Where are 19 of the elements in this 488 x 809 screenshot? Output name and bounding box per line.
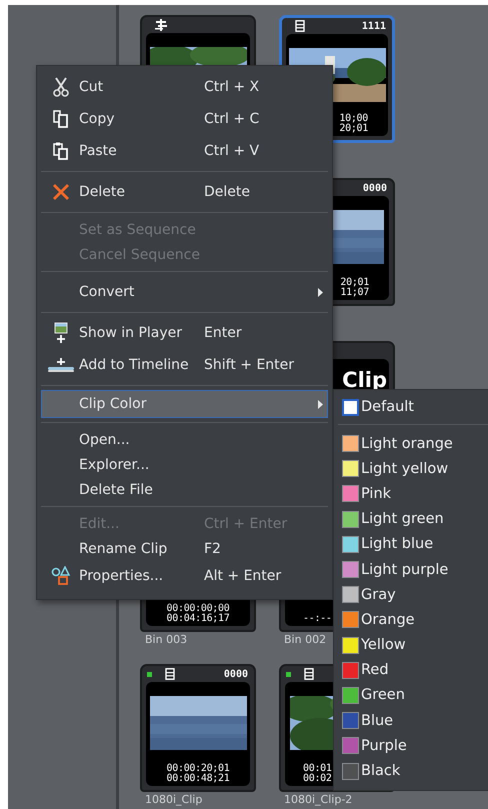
clip-name: 1080i_Clip-2 [284, 794, 352, 806]
clip-name: Bin 002 [284, 634, 326, 646]
timecode: 00:00:00;00 [166, 604, 230, 614]
timecode: 20;01 [340, 278, 369, 288]
timecode: 10;00 [339, 114, 368, 124]
timecode: 00:01 [303, 764, 332, 774]
timecode: 00:04:16;17 [166, 614, 230, 624]
clip-name: 1080i_Clip [145, 794, 202, 806]
clip-number: 0000 [362, 182, 387, 194]
clip-number: 0000 [224, 668, 248, 680]
clip-number: 1111 [362, 20, 386, 32]
clip-title: Clip [342, 369, 387, 391]
timecode: 00:00:48;21 [166, 774, 230, 784]
timecode: 11;07 [340, 288, 369, 298]
timecode: 00:02 [303, 774, 332, 784]
clip-name: Bin 003 [145, 634, 188, 646]
timecode: --:-- [303, 614, 332, 624]
timecode: 00:00:20;01 [166, 764, 230, 774]
timecode: 20;01 [339, 124, 368, 134]
